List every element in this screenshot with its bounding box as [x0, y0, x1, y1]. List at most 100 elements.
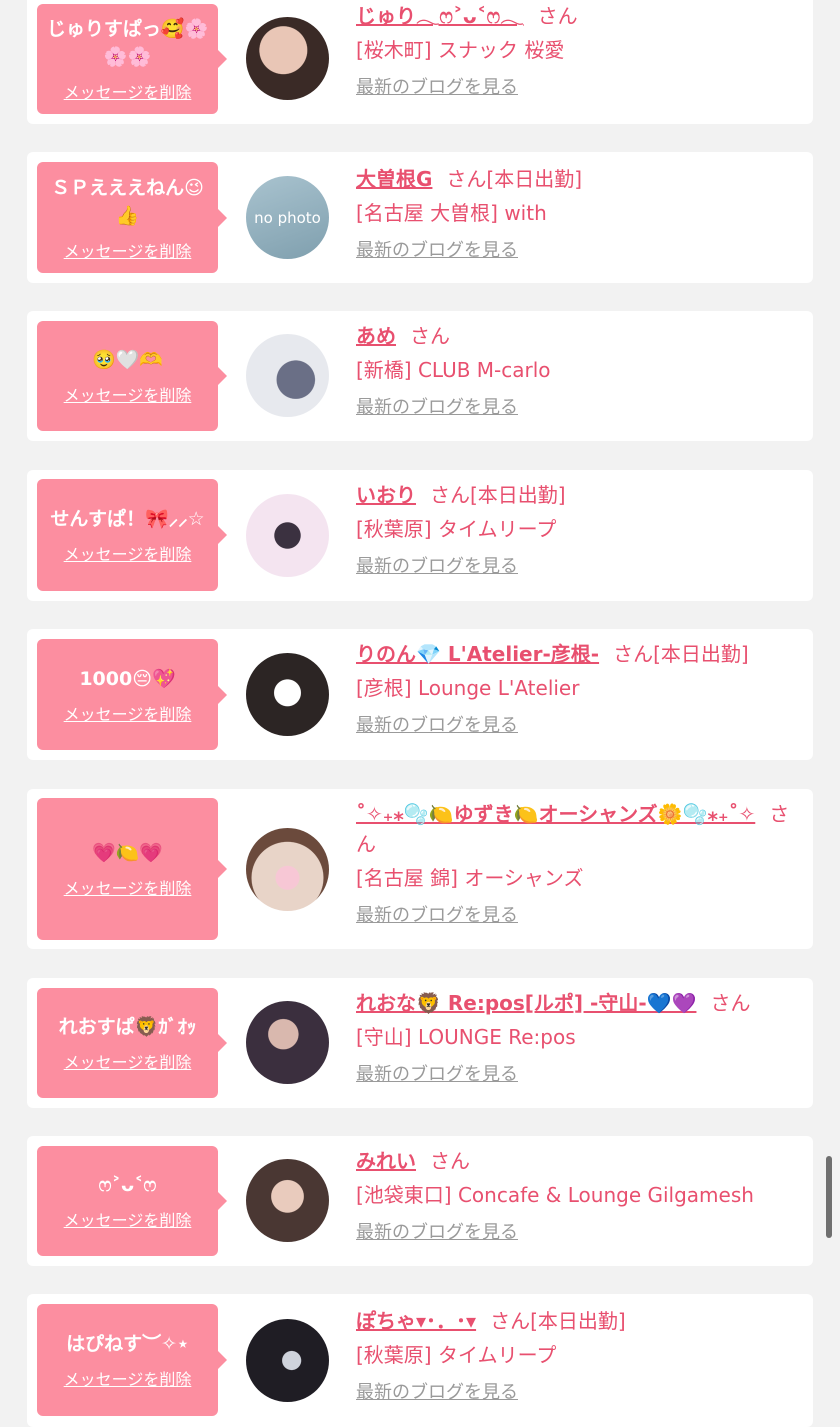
- message-text: ＳＰえええねん😉👍: [51, 176, 204, 227]
- message-text: 💗🍋💗: [92, 842, 163, 864]
- entry-info: いおり さん[本日出勤] [秋葉原] タイムリープ 最新のブログを見る: [356, 480, 796, 580]
- shop-name: [名古屋 大曽根] with: [356, 201, 547, 225]
- entry-info: れおな🦁 Re:pos[ルポ] -守山-💙💜 さん [守山] LOUNGE Re:…: [356, 988, 796, 1088]
- delete-message-link[interactable]: メッセージを削除: [64, 541, 192, 565]
- delete-message-link[interactable]: メッセージを削除: [64, 701, 192, 725]
- latest-blog-link[interactable]: 最新のブログを見る: [356, 395, 796, 421]
- status-badge: [本日出勤]: [486, 167, 583, 191]
- list-item: 💗🍋💗 メッセージを削除 ˚✧₊⁎🫧🍋ゆずき🍋オーシャンズ🌼🫧⁎₊˚✧ さん [名…: [27, 789, 813, 949]
- latest-blog-link[interactable]: 最新のブログを見る: [356, 903, 796, 929]
- name-line: じゅり𓂃ෆ˃ᴗ˂ෆ𓂃 さん: [356, 1, 796, 31]
- message-text: せんすぱ！🎀⸝⸝☆: [50, 508, 205, 530]
- name-line: ˚✧₊⁎🫧🍋ゆずき🍋オーシャンズ🌼🫧⁎₊˚✧ さん: [356, 799, 796, 859]
- latest-blog-link[interactable]: 最新のブログを見る: [356, 713, 796, 739]
- message-bubble: ෆ˃ᴗ˂ෆ メッセージを削除: [37, 1146, 227, 1256]
- message-bubble: はぴねす︶✧⋆ メッセージを削除: [37, 1304, 227, 1416]
- delete-message-link[interactable]: メッセージを削除: [64, 1366, 192, 1390]
- list-item: はぴねす︶✧⋆ メッセージを削除 ぽちゃ▾･．･▾ さん[本日出勤] [秋葉原] …: [27, 1294, 813, 1427]
- cast-name-link[interactable]: れおな🦁 Re:pos[ルポ] -守山-💙💜: [356, 991, 696, 1015]
- shop-name: [桜木町] スナック 桜愛: [356, 38, 565, 62]
- honorific: さん: [490, 1309, 531, 1333]
- name-line: みれい さん: [356, 1146, 796, 1176]
- latest-blog-link[interactable]: 最新のブログを見る: [356, 554, 796, 580]
- shop-name: [秋葉原] タイムリープ: [356, 1343, 557, 1367]
- message-bubble: ＳＰえええねん😉👍 メッセージを削除: [37, 162, 227, 273]
- list-item: せんすぱ！🎀⸝⸝☆ メッセージを削除 いおり さん[本日出勤] [秋葉原] タイム…: [27, 470, 813, 601]
- delete-message-link[interactable]: メッセージを削除: [64, 1207, 192, 1231]
- honorific: さん: [446, 167, 487, 191]
- honorific: さん: [537, 4, 578, 28]
- honorific: さん: [430, 1149, 470, 1173]
- status-badge: [本日出勤]: [653, 642, 749, 666]
- cast-name-link[interactable]: ˚✧₊⁎🫧🍋ゆずき🍋オーシャンズ🌼🫧⁎₊˚✧: [356, 802, 755, 826]
- avatar[interactable]: [246, 17, 329, 100]
- avatar[interactable]: [246, 828, 329, 911]
- entry-info: みれい さん [池袋東口] Concafe & Lounge Gilgamesh …: [356, 1146, 796, 1246]
- cast-name-link[interactable]: じゅり𓂃ෆ˃ᴗ˂ෆ𓂃: [356, 4, 524, 28]
- delete-message-link[interactable]: メッセージを削除: [64, 238, 192, 262]
- latest-blog-link[interactable]: 最新のブログを見る: [356, 75, 796, 101]
- entry-info: りのん💎 L'Atelier-彦根- さん[本日出勤] [彦根] Lounge L…: [356, 639, 796, 739]
- shop-name: [名古屋 錦] オーシャンズ: [356, 866, 584, 890]
- entry-info: じゅり𓂃ෆ˃ᴗ˂ෆ𓂃 さん [桜木町] スナック 桜愛 最新のブログを見る: [356, 1, 796, 101]
- message-bubble: れおすぱ🦁ｶﾞｵｯ メッセージを削除: [37, 988, 227, 1098]
- no-photo-placeholder: no photo: [254, 208, 321, 227]
- message-bubble: せんすぱ！🎀⸝⸝☆ メッセージを削除: [37, 479, 227, 591]
- honorific: さん: [430, 483, 470, 507]
- cast-name-link[interactable]: いおり: [356, 483, 416, 507]
- avatar[interactable]: no photo: [246, 176, 329, 259]
- delete-message-link[interactable]: メッセージを削除: [64, 1049, 192, 1073]
- message-text: はぴねす︶✧⋆: [66, 1333, 189, 1355]
- honorific: さん: [410, 324, 450, 348]
- message-text: 1000😔💖: [79, 667, 176, 690]
- name-line: いおり さん[本日出勤]: [356, 480, 796, 510]
- cast-name-link[interactable]: りのん💎 L'Atelier-彦根-: [356, 642, 599, 666]
- shop-name: [秋葉原] タイムリープ: [356, 517, 557, 541]
- list-item: 🥹🤍🫶 メッセージを削除 あめ さん [新橋] CLUB M-carlo 最新のブ…: [27, 311, 813, 441]
- cast-name-link[interactable]: あめ: [356, 324, 396, 348]
- avatar[interactable]: [246, 1001, 329, 1084]
- avatar[interactable]: [246, 1159, 329, 1242]
- list-item: れおすぱ🦁ｶﾞｵｯ メッセージを削除 れおな🦁 Re:pos[ルポ] -守山-💙…: [27, 978, 813, 1108]
- cast-name-link[interactable]: 大曽根G: [356, 167, 432, 191]
- cast-name-link[interactable]: ぽちゃ▾･．･▾: [356, 1309, 476, 1333]
- status-badge: [本日出勤]: [470, 483, 566, 507]
- shop-name: [彦根] Lounge L'Atelier: [356, 676, 580, 700]
- name-line: りのん💎 L'Atelier-彦根- さん[本日出勤]: [356, 639, 796, 669]
- entry-info: あめ さん [新橋] CLUB M-carlo 最新のブログを見る: [356, 321, 796, 421]
- shop-name: [守山] LOUNGE Re:pos: [356, 1025, 576, 1049]
- message-text: じゅりすぱっ🥰🌸🌸🌸: [46, 18, 209, 68]
- list-item: ෆ˃ᴗ˂ෆ メッセージを削除 みれい さん [池袋東口] Concafe & Lo…: [27, 1136, 813, 1266]
- name-line: ぽちゃ▾･．･▾ さん[本日出勤]: [356, 1306, 796, 1336]
- latest-blog-link[interactable]: 最新のブログを見る: [356, 1380, 796, 1406]
- delete-message-link[interactable]: メッセージを削除: [64, 79, 192, 103]
- name-line: れおな🦁 Re:pos[ルポ] -守山-💙💜 さん: [356, 988, 796, 1018]
- latest-blog-link[interactable]: 最新のブログを見る: [356, 1220, 796, 1246]
- name-line: あめ さん: [356, 321, 796, 351]
- entry-info: ˚✧₊⁎🫧🍋ゆずき🍋オーシャンズ🌼🫧⁎₊˚✧ さん [名古屋 錦] オーシャンズ …: [356, 799, 796, 929]
- list-item: じゅりすぱっ🥰🌸🌸🌸 メッセージを削除 じゅり𓂃ෆ˃ᴗ˂ෆ𓂃 さん [桜木町] ス…: [27, 0, 813, 124]
- message-bubble: 💗🍋💗 メッセージを削除: [37, 798, 227, 940]
- message-text: 🥹🤍🫶: [92, 349, 163, 371]
- message-bubble: 🥹🤍🫶 メッセージを削除: [37, 321, 227, 431]
- latest-blog-link[interactable]: 最新のブログを見る: [356, 238, 796, 264]
- honorific: さん: [613, 642, 654, 666]
- avatar[interactable]: [246, 653, 329, 736]
- shop-name: [池袋東口] Concafe & Lounge Gilgamesh: [356, 1183, 754, 1207]
- message-bubble: じゅりすぱっ🥰🌸🌸🌸 メッセージを削除: [37, 4, 227, 114]
- avatar[interactable]: [246, 494, 329, 577]
- avatar[interactable]: [246, 334, 329, 417]
- message-text: れおすぱ🦁ｶﾞｵｯ: [58, 1016, 197, 1038]
- delete-message-link[interactable]: メッセージを削除: [64, 382, 192, 406]
- cast-name-link[interactable]: みれい: [356, 1149, 416, 1173]
- message-text: ෆ˃ᴗ˂ෆ: [98, 1174, 157, 1196]
- avatar[interactable]: [246, 1319, 329, 1402]
- list-item: 1000😔💖 メッセージを削除 りのん💎 L'Atelier-彦根- さん[本日出…: [27, 629, 813, 760]
- latest-blog-link[interactable]: 最新のブログを見る: [356, 1062, 796, 1088]
- scrollbar[interactable]: [826, 1156, 832, 1238]
- list-item: ＳＰえええねん😉👍 メッセージを削除 no photo 大曽根G さん[本日出勤]…: [27, 152, 813, 283]
- name-line: 大曽根G さん[本日出勤]: [356, 164, 796, 194]
- shop-name: [新橋] CLUB M-carlo: [356, 358, 551, 382]
- entry-info: 大曽根G さん[本日出勤] [名古屋 大曽根] with 最新のブログを見る: [356, 164, 796, 264]
- delete-message-link[interactable]: メッセージを削除: [64, 875, 192, 899]
